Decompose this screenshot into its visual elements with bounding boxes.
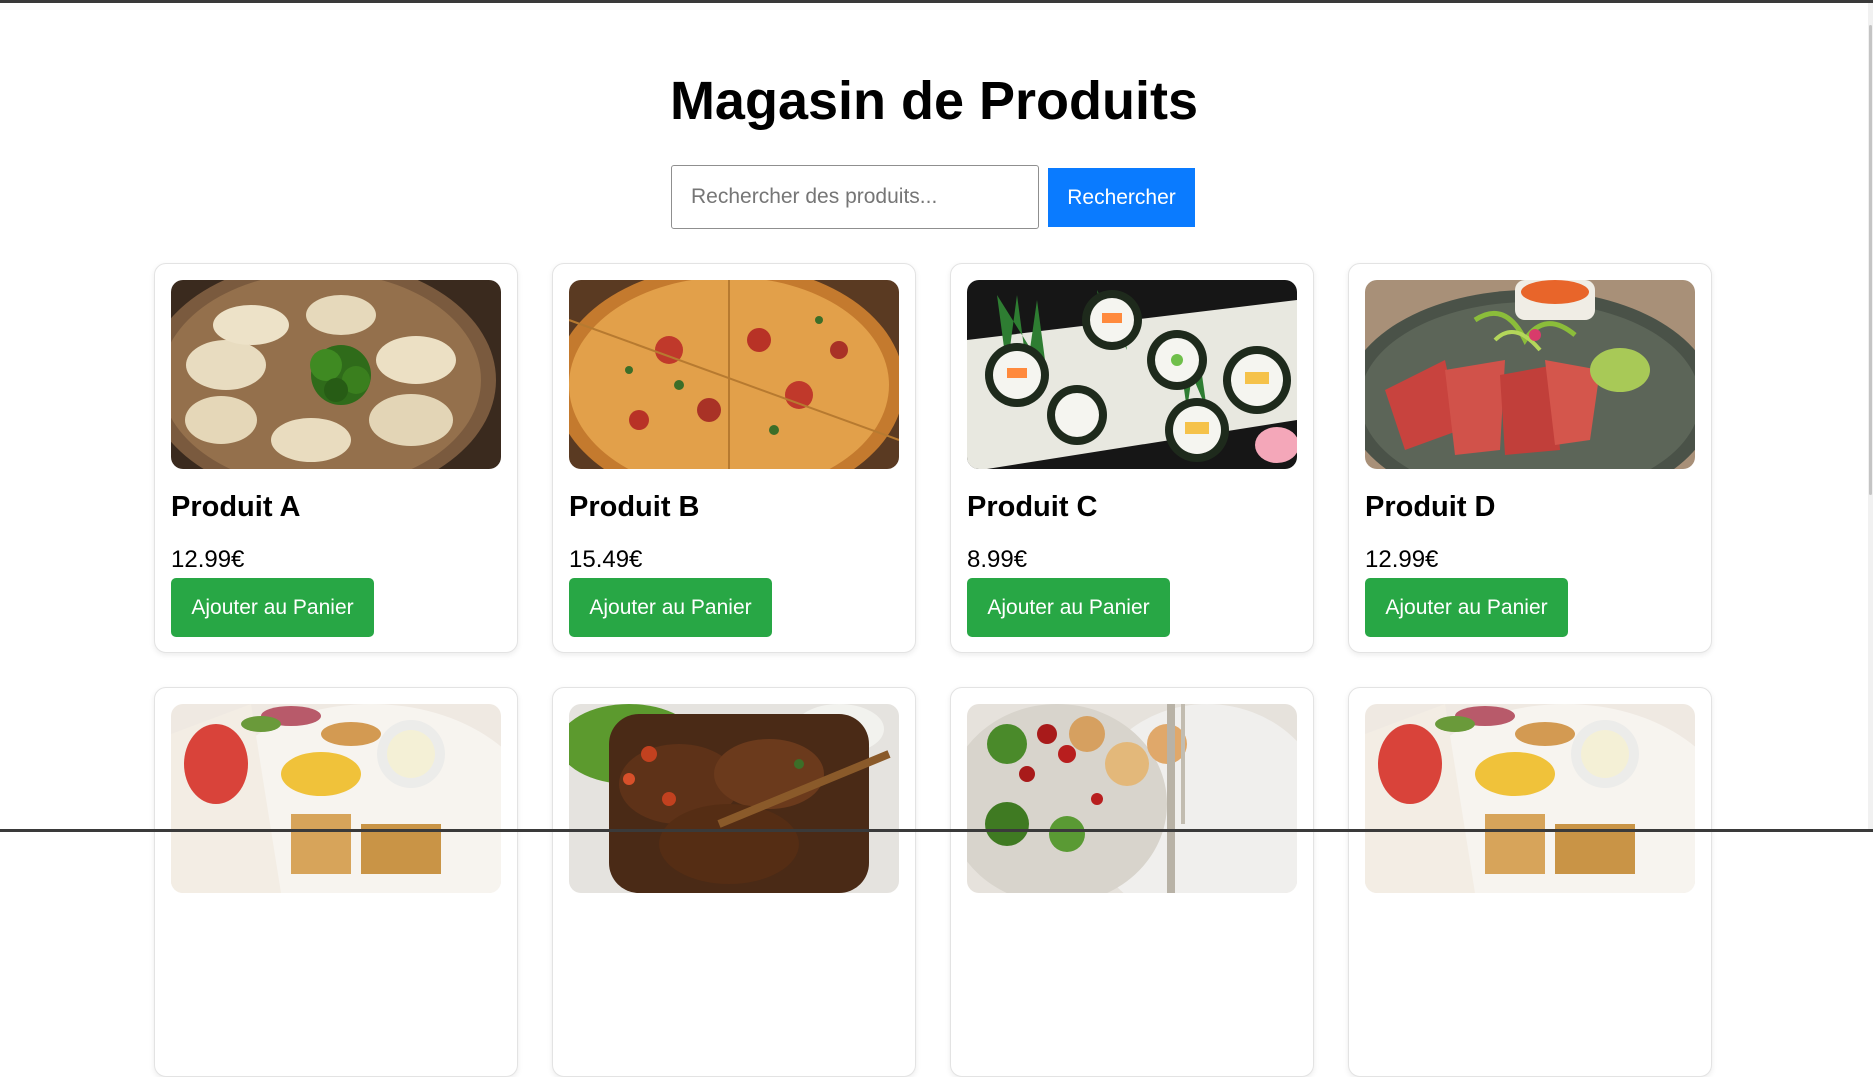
- product-image-sushi: [967, 280, 1297, 469]
- product-card-f: [552, 687, 916, 1077]
- product-price: 8.99€: [967, 546, 1028, 573]
- product-price: 15.49€: [569, 546, 643, 573]
- product-price: 12.99€: [171, 546, 245, 573]
- product-image-pizza: [569, 280, 899, 469]
- product-image-salad: [967, 704, 1297, 893]
- product-price: 12.99€: [1365, 546, 1439, 573]
- product-card-d: Produit D 12.99€ Ajouter au Panier: [1348, 263, 1712, 653]
- window-top-border: [0, 0, 1873, 3]
- add-to-cart-button[interactable]: Ajouter au Panier: [569, 578, 772, 637]
- product-name: Produit A: [171, 491, 301, 523]
- product-card-e: [154, 687, 518, 1077]
- vertical-scrollbar[interactable]: [1868, 3, 1873, 829]
- product-image-dumplings: [171, 280, 501, 469]
- product-name: Produit D: [1365, 491, 1496, 523]
- scrollbar-thumb[interactable]: [1869, 25, 1872, 495]
- product-image-tuna: [1365, 280, 1695, 469]
- product-card-g: [950, 687, 1314, 1077]
- product-card-b: Produit B 15.49€ Ajouter au Panier: [552, 263, 916, 653]
- search-button[interactable]: Rechercher: [1048, 168, 1195, 227]
- page-title: Magasin de Produits: [669, 71, 1199, 131]
- product-card-a: Produit A 12.99€ Ajouter au Panier: [154, 263, 518, 653]
- product-image-grilled-ribs: [569, 704, 899, 893]
- add-to-cart-button[interactable]: Ajouter au Panier: [1365, 578, 1568, 637]
- add-to-cart-button[interactable]: Ajouter au Panier: [171, 578, 374, 637]
- product-card-h: [1348, 687, 1712, 1077]
- product-card-c: Produit C 8.99€ Ajouter au Panier: [950, 263, 1314, 653]
- product-name: Produit B: [569, 491, 700, 523]
- add-to-cart-button[interactable]: Ajouter au Panier: [967, 578, 1170, 637]
- product-image-fish-and-chips: [171, 704, 501, 893]
- product-image-fish-and-chips: [1365, 704, 1695, 893]
- search-input[interactable]: [671, 165, 1039, 229]
- product-name: Produit C: [967, 491, 1098, 523]
